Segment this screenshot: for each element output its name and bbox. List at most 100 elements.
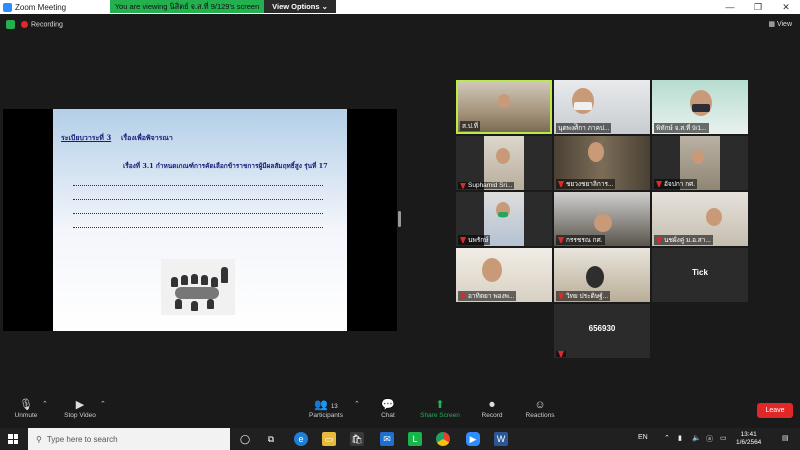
clock-date: 1/6/2564	[736, 439, 762, 446]
close-button[interactable]: ✕	[772, 0, 800, 14]
chat-icon: 💬	[381, 399, 395, 411]
shared-screen: ระเบียบวาระที่ 3 เรื่องเพื่อพิจารณา เรื่…	[3, 109, 397, 331]
muted-mic-icon	[558, 237, 564, 243]
viewing-message: You are viewing นิสิตย์ จ.ส.ที่ 9/129's …	[110, 0, 264, 13]
audio-options-caret[interactable]: ⌃	[42, 400, 48, 408]
participant-face	[588, 142, 604, 162]
muted-mic-icon	[460, 293, 466, 299]
edge-icon[interactable]: e	[294, 432, 308, 446]
participant-face	[572, 88, 594, 114]
participant-name: พิทักษ์ จ.ส.ที่ 9/1...	[654, 123, 709, 133]
cortana-icon[interactable]: ◯	[238, 432, 252, 446]
word-icon[interactable]: W	[494, 432, 508, 446]
split-resize-handle[interactable]	[398, 211, 401, 227]
mail-icon[interactable]: ✉	[380, 432, 394, 446]
muted-mic-icon	[460, 182, 466, 189]
meeting-stage: Recording ▦ View ระเบียบวาระที่ 3 เรื่อง…	[0, 14, 800, 394]
participant-name: นพรักษ์	[458, 235, 491, 245]
participant-tile[interactable]: Suphamid Sri...	[456, 136, 552, 190]
language-icon[interactable]: ⓐ	[706, 434, 713, 444]
record-label: Record	[481, 412, 503, 419]
slide-agenda-title: เรื่องเพื่อพิจารณา	[121, 133, 173, 142]
participant-tile[interactable]: อัจปกา กศ.	[652, 136, 748, 190]
participant-name-placeholder: 656930	[588, 324, 616, 333]
participant-tile[interactable]: ชยวงชยาลิการ...	[554, 136, 650, 190]
recording-indicator[interactable]: Recording	[21, 20, 63, 29]
participant-tile[interactable]: อาทิตยา พองพ...	[456, 248, 552, 302]
task-view-icon[interactable]: ⧉	[264, 432, 278, 446]
muted-mic-icon	[656, 181, 662, 187]
line-icon[interactable]: L	[408, 432, 422, 446]
participant-tile[interactable]: 656930	[554, 304, 650, 358]
language-indicator[interactable]: EN	[638, 434, 648, 441]
participant-tile[interactable]: พิทักษ์ จ.ส.ที่ 9/1...	[652, 80, 748, 134]
participant-tile[interactable]: กรรชรณ กศ.	[554, 192, 650, 246]
shield-icon[interactable]	[6, 20, 15, 29]
participant-name: วิทย ประดิษฐ์...	[556, 291, 611, 301]
participant-tile[interactable]: Tick	[652, 248, 748, 302]
participant-tile[interactable]: วิทย ประดิษฐ์...	[554, 248, 650, 302]
participants-icon: 👥 13	[314, 399, 338, 411]
volume-icon[interactable]: 🔈	[692, 434, 701, 442]
slide-dotted-line	[73, 199, 323, 200]
participant-tile[interactable]: นพรักษ์	[456, 192, 552, 246]
participant-face	[706, 208, 722, 226]
clipart-person	[175, 299, 182, 309]
meeting-clipart	[161, 259, 235, 315]
record-icon: ⏺	[489, 399, 495, 411]
participant-name: นชผั่งคู่ ม.อ.สา...	[654, 235, 713, 245]
windows-start-icon[interactable]	[8, 434, 18, 444]
participant-tile[interactable]: นุตพงศ์ิกา ภาคป...	[554, 80, 650, 134]
viewing-banner: You are viewing นิสิตย์ จ.ส.ที่ 9/129's …	[110, 0, 336, 13]
battery-icon[interactable]: ▭	[720, 434, 727, 442]
meeting-status: Recording	[6, 20, 63, 29]
share-screen-button[interactable]: ⬆ Share Screen	[410, 398, 470, 419]
leave-button[interactable]: Leave	[757, 403, 793, 418]
maximize-button[interactable]: ❐	[744, 0, 772, 14]
video-camera-icon: ▶	[75, 399, 85, 411]
notifications-icon[interactable]: ▤	[782, 434, 789, 442]
file-explorer-icon[interactable]: ▭	[322, 432, 336, 446]
participant-face	[690, 90, 712, 116]
participant-name: ชยวงชยาลิการ...	[556, 179, 616, 189]
recording-label: Recording	[31, 21, 63, 29]
participant-face	[496, 148, 510, 164]
reactions-label: Reactions	[525, 412, 555, 419]
participant-face	[594, 214, 612, 232]
view-options-button[interactable]: View Options ⌄	[264, 0, 336, 13]
taskbar-search[interactable]: ⚲ Type here to search	[28, 428, 230, 450]
tray-overflow-icon[interactable]: ⌃	[664, 434, 670, 442]
view-label: View	[776, 21, 792, 28]
muted-mic-icon	[460, 237, 466, 243]
participant-tile[interactable]: ส.ป.ที่	[456, 80, 552, 134]
search-icon: ⚲	[36, 434, 42, 444]
view-button[interactable]: ▦ View	[768, 20, 792, 28]
clipart-table	[175, 287, 219, 299]
unmute-label: Unmute	[14, 412, 38, 419]
network-icon[interactable]: ▮	[678, 434, 682, 442]
clipart-person	[201, 275, 208, 285]
participant-name: กรรชรณ กศ.	[556, 235, 605, 245]
share-screen-label: Share Screen	[420, 412, 460, 419]
participant-tile[interactable]: นชผั่งคู่ ม.อ.สา...	[652, 192, 748, 246]
reactions-button[interactable]: ☺ Reactions	[510, 398, 570, 419]
video-options-caret[interactable]: ⌃	[100, 400, 106, 408]
participant-mask	[498, 212, 508, 217]
participant-mask	[574, 102, 592, 110]
chrome-icon[interactable]	[436, 432, 450, 446]
chat-label: Chat	[381, 412, 395, 419]
minimize-button[interactable]: —	[716, 0, 744, 14]
reactions-icon: ☺	[534, 399, 546, 411]
clock-time: 13:41	[740, 431, 757, 438]
chat-button[interactable]: 💬 Chat	[358, 398, 418, 419]
taskbar-clock[interactable]: 13:41 1/6/2564	[736, 431, 761, 447]
participants-button[interactable]: 👥 13 Participants	[296, 398, 356, 419]
participant-name: อาทิตยา พองพ...	[458, 291, 517, 301]
participant-face	[482, 258, 502, 282]
clipart-person	[207, 299, 214, 309]
participant-name: นุตพงศ์ิกา ภาคป...	[556, 123, 612, 133]
slide-dotted-line	[73, 227, 323, 228]
zoom-taskbar-icon[interactable]: ▶	[466, 432, 480, 446]
muted-mic-icon	[558, 181, 564, 187]
store-icon[interactable]: 🛍	[350, 432, 364, 446]
